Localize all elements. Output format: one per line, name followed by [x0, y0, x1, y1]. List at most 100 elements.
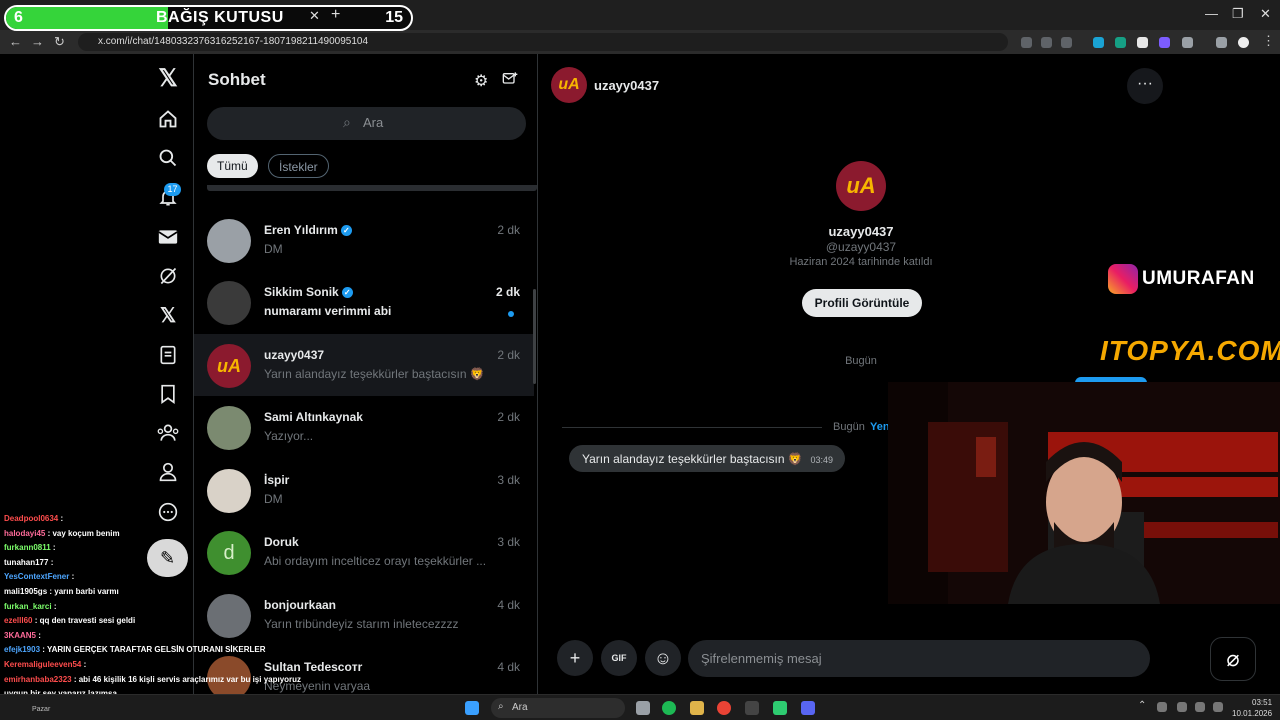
search-icon[interactable] — [156, 146, 180, 170]
taskbar-search-label: Ara — [512, 702, 528, 713]
search-icon: ⌕ — [343, 114, 351, 130]
network-icon[interactable] — [1195, 702, 1205, 712]
view-profile-button[interactable]: Profili Görüntüle — [802, 289, 922, 317]
chat-row[interactable]: uA uzayy0437 2 dk Yarın alandayız teşekkürl… — [194, 334, 534, 396]
filter-all-tab[interactable]: Tümü — [207, 154, 258, 178]
chat-text: : yarın barbi varmı — [49, 587, 119, 596]
x-premium-icon[interactable]: 𝕏 — [156, 303, 180, 327]
start-button-icon[interactable] — [465, 701, 479, 715]
chat-row[interactable]: Eren Yıldırım ✓ 2 dk DM — [194, 209, 534, 271]
chat-search-input[interactable] — [363, 115, 503, 130]
emoji-button[interactable]: ☺ — [645, 640, 681, 676]
url-field[interactable]: x.com/i/chat/1480332376316252167-1807198… — [78, 33, 1008, 51]
lists-icon[interactable] — [156, 343, 180, 367]
divider-day-label: Bugün — [833, 421, 865, 433]
extension-1-icon[interactable] — [1093, 37, 1104, 48]
message-text: Yarın alandayız teşekkürler baştacısın 🦁 — [582, 452, 803, 466]
file-explorer-icon[interactable] — [690, 701, 704, 715]
donation-progress-bar: 6 BAĞIŞ KUTUSU ✕ + 15 — [4, 5, 413, 31]
bookmark-star-icon[interactable] — [1061, 37, 1072, 48]
message-bubble[interactable]: Yarın alandayız teşekkürler baştacısın 🦁… — [569, 445, 845, 472]
minimize-button[interactable]: — — [1205, 6, 1218, 21]
partially-hidden-row[interactable] — [207, 185, 537, 191]
filter-requests-tab[interactable]: İstekler — [268, 154, 329, 178]
tab-close-icon[interactable]: ✕ — [309, 8, 320, 24]
message-time: 03:49 — [810, 455, 833, 465]
home-icon[interactable] — [156, 107, 180, 131]
taskbar-clock[interactable]: 03:51 10.01.2026 — [1232, 697, 1272, 719]
profile-joined: Haziran 2024 tarihinde katıldı — [789, 256, 933, 268]
chat-text: : vay koçum benim — [47, 528, 120, 538]
chat-avatar — [207, 281, 251, 325]
discord-icon[interactable] — [801, 701, 815, 715]
maximize-button[interactable]: ❐ — [1232, 6, 1244, 22]
tray-icon-1[interactable] — [1157, 702, 1167, 712]
chat-row[interactable]: Sami Altınkaynak 2 dk Yazıyor... — [194, 396, 534, 458]
taskbar-search[interactable]: ⌕ Ara — [491, 698, 625, 718]
conversation-more-button[interactable]: ··· — [1127, 68, 1163, 104]
stream-chat-line: YesContextFener : — [4, 572, 74, 581]
x-logo-icon[interactable]: 𝕏 — [156, 65, 180, 92]
donation-title: BAĞIŞ KUTUSU — [156, 9, 284, 26]
task-view-icon[interactable] — [636, 701, 650, 715]
chat-avatar — [207, 406, 251, 450]
tab-search-icon[interactable] — [1216, 37, 1227, 48]
stream-chat-line: 3KAAN5 : — [4, 631, 41, 640]
app-icon[interactable] — [745, 701, 759, 715]
chat-search-box[interactable]: ⌕ — [207, 107, 526, 140]
new-message-icon[interactable] — [502, 71, 518, 92]
chat-username: efejk1903 — [4, 645, 43, 655]
chat-avatar — [207, 219, 251, 263]
message-input[interactable] — [701, 651, 1121, 666]
profile-icon[interactable] — [156, 460, 180, 484]
chat-time: 2 dk — [497, 410, 520, 424]
microphone-icon[interactable] — [1177, 702, 1187, 712]
chat-text: : qq den travesti sesi geldi — [34, 616, 136, 626]
extension-4-icon[interactable] — [1159, 37, 1170, 48]
chat-list-scrollbar[interactable] — [533, 289, 536, 384]
message-input-box[interactable] — [688, 640, 1150, 677]
app-2-icon[interactable] — [773, 701, 787, 715]
zoom-icon[interactable] — [1041, 37, 1052, 48]
profile-avatar-icon[interactable] — [1238, 37, 1249, 48]
chrome-icon[interactable] — [717, 701, 731, 715]
attach-plus-button[interactable]: + — [557, 640, 593, 676]
grok-icon[interactable] — [156, 264, 180, 288]
reload-icon[interactable]: ↻ — [54, 34, 65, 50]
tray-chevron-icon[interactable]: ⌃ — [1138, 700, 1146, 711]
conversation-avatar[interactable]: uA — [551, 67, 587, 103]
bookmarks-icon[interactable] — [156, 382, 180, 406]
chat-time: 4 dk — [497, 660, 520, 674]
gif-button[interactable]: GIF — [601, 640, 637, 676]
close-window-button[interactable]: ✕ — [1260, 6, 1271, 22]
profile-avatar[interactable]: uA — [836, 161, 886, 211]
extension-3-icon[interactable] — [1137, 37, 1148, 48]
volume-icon[interactable] — [1213, 702, 1223, 712]
chat-row[interactable]: Sikkim Sonik ✓ 2 dk numaramı verimmi abi — [194, 271, 534, 333]
settings-gear-icon[interactable]: ⚙ — [474, 71, 488, 91]
conversation-title[interactable]: uzayy0437 — [594, 78, 659, 93]
install-icon[interactable] — [1021, 37, 1032, 48]
chat-avatar: uA — [207, 344, 251, 388]
back-arrow-icon[interactable]: ← — [9, 34, 22, 49]
chat-username: Keremaliguleeven54 — [4, 660, 84, 669]
new-tab-icon[interactable]: + — [331, 7, 340, 24]
donation-right-count: 15 — [385, 9, 403, 26]
stream-chat-line: ezelll60 : qq den travesti sesi geldi — [4, 616, 135, 625]
communities-icon[interactable] — [156, 421, 180, 445]
chat-text: : abi 46 kişilik 16 kişli servis araçlar… — [73, 674, 302, 684]
clock-time: 03:51 — [1252, 698, 1273, 707]
avatar-monogram: uA — [846, 173, 876, 198]
spotify-icon[interactable] — [662, 701, 676, 715]
extension-2-icon[interactable] — [1115, 37, 1126, 48]
messages-icon[interactable] — [156, 225, 180, 249]
chat-text: : — [71, 572, 75, 582]
grok-floating-button[interactable]: ⌀ — [1210, 637, 1256, 681]
extensions-puzzle-icon[interactable] — [1182, 37, 1193, 48]
chat-username: furkann0811 — [4, 543, 53, 553]
browser-menu-icon[interactable]: ⋮ — [1262, 33, 1275, 49]
stream-chat-line: mali1905gs : yarın barbi varmı — [4, 587, 119, 596]
forward-arrow-icon[interactable]: → — [31, 34, 44, 49]
chat-text: : — [83, 660, 87, 669]
gif-icon: GIF — [611, 653, 627, 663]
